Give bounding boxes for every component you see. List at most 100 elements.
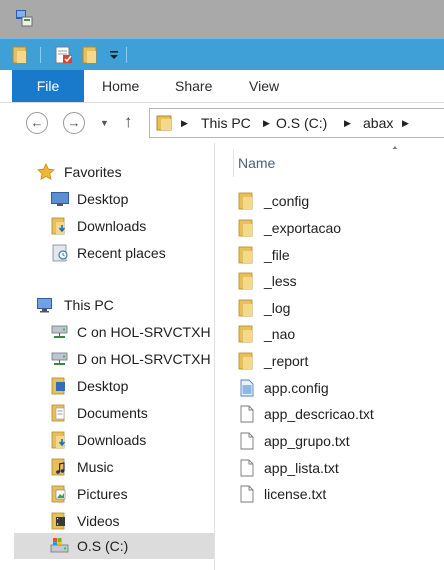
text-file-icon	[238, 459, 256, 477]
nav-d-on-hol-srvctxh[interactable]: D on HOL-SRVCTXH	[14, 347, 214, 371]
file-item-label: _file	[264, 247, 290, 263]
file-item-app-config[interactable]: app.config	[238, 375, 444, 401]
breadcrumb-this-pc[interactable]: This PC	[201, 115, 251, 131]
pictures-icon	[50, 485, 70, 503]
folder-icon	[238, 192, 256, 210]
desktop-folder-icon	[50, 377, 70, 395]
up-button[interactable]: ↑	[124, 111, 133, 133]
file-item-file-folder[interactable]: _file	[238, 242, 444, 268]
network-drive-icon	[50, 323, 70, 341]
navigation-pane: Favorites Desktop Downloads Recent place…	[14, 143, 215, 570]
nav-os-drive[interactable]: O.S (C:)	[14, 533, 214, 559]
back-button[interactable]: ←	[26, 112, 48, 134]
column-divider[interactable]	[233, 149, 234, 177]
customize-toolbar-icon[interactable]	[108, 44, 120, 64]
folder-icon	[238, 325, 256, 343]
quick-access-toolbar	[0, 38, 444, 71]
breadcrumb-separator-icon[interactable]: ▶	[181, 116, 188, 130]
file-item-nao-folder[interactable]: _nao	[238, 321, 444, 347]
forward-arrow-icon: →	[67, 115, 81, 130]
tab-share[interactable]: Share	[175, 70, 212, 102]
breadcrumb-separator-icon[interactable]: ▶	[344, 116, 351, 130]
nav-item-label: Pictures	[77, 486, 128, 502]
nav-favorites-downloads[interactable]: Downloads	[14, 214, 214, 238]
downloads-icon	[50, 431, 70, 449]
nav-this-pc[interactable]: This PC	[14, 293, 214, 317]
file-item-label: app_grupo.txt	[264, 433, 350, 449]
text-file-icon	[238, 485, 256, 503]
nav-item-label: Documents	[77, 405, 148, 421]
folder-icon	[238, 246, 256, 264]
nav-item-label: Music	[77, 459, 114, 475]
nav-item-label: Desktop	[77, 191, 129, 207]
file-item-report-folder[interactable]: _report	[238, 348, 444, 374]
tab-file[interactable]: File	[12, 70, 84, 102]
folder-icon[interactable]	[12, 45, 28, 65]
back-arrow-icon: ←	[30, 115, 44, 130]
nav-desktop[interactable]: Desktop	[14, 374, 214, 398]
file-item-label: app.config	[264, 380, 329, 396]
folder-icon	[238, 272, 256, 290]
file-item-label: _exportacao	[264, 220, 342, 236]
nav-item-label: C on HOL-SRVCTXH	[77, 324, 211, 340]
file-item-label: app_descricao.txt	[264, 406, 374, 422]
breadcrumb-separator-icon[interactable]: ▶	[263, 116, 270, 130]
videos-icon	[50, 512, 70, 530]
text-file-icon	[238, 405, 256, 423]
file-item-label: _nao	[264, 326, 296, 342]
file-item-app-descricao-txt[interactable]: app_descricao.txt	[238, 401, 444, 427]
nav-item-label: Desktop	[77, 378, 129, 394]
nav-downloads[interactable]: Downloads	[14, 428, 214, 452]
nav-music[interactable]: Music	[14, 455, 214, 479]
file-item-label: _report	[264, 353, 309, 369]
nav-favorites-recent-places[interactable]: Recent places	[14, 241, 214, 265]
nav-favorites-desktop[interactable]: Desktop	[14, 187, 214, 211]
file-item-license-txt[interactable]: license.txt	[238, 481, 444, 507]
folder-icon	[238, 299, 256, 317]
forward-button[interactable]: →	[63, 112, 85, 134]
breadcrumb-separator-icon[interactable]: ▶	[402, 116, 409, 130]
folder-icon	[238, 219, 256, 237]
file-item-log-folder[interactable]: _log	[238, 295, 444, 321]
breadcrumb-os-drive[interactable]: O.S (C:)	[276, 115, 327, 131]
tab-view[interactable]: View	[249, 70, 279, 102]
address-bar[interactable]: ▶ This PC ▶ O.S (C:) ▶ abax ▶	[149, 108, 444, 138]
downloads-icon	[50, 217, 70, 235]
new-folder-icon[interactable]	[82, 45, 100, 65]
nav-favorites[interactable]: Favorites	[14, 160, 214, 184]
nav-item-label: Videos	[77, 513, 120, 529]
folder-icon	[238, 352, 256, 370]
file-item-exportacao-folder[interactable]: _exportacao	[238, 215, 444, 241]
tab-home[interactable]: Home	[102, 70, 139, 102]
ribbon-tabs: File Home Share View	[0, 70, 444, 103]
nav-item-label: D on HOL-SRVCTXH	[77, 351, 211, 367]
nav-this-pc-label: This PC	[64, 297, 114, 313]
text-file-icon	[238, 432, 256, 450]
nav-videos[interactable]: Videos	[14, 509, 214, 533]
file-item-label: _config	[264, 193, 310, 209]
file-explorer-app-icon[interactable]	[14, 8, 34, 28]
window-titlebar	[0, 0, 444, 39]
navigation-bar: ← → ▼ ↑ ▶ This PC ▶ O.S (C:) ▶ abax ▶	[0, 103, 444, 143]
properties-icon[interactable]	[54, 45, 74, 65]
nav-c-on-hol-srvctxh[interactable]: C on HOL-SRVCTXH	[14, 320, 214, 344]
nav-documents[interactable]: Documents	[14, 401, 214, 425]
file-item-less-folder[interactable]: _less	[238, 268, 444, 294]
file-item-config-folder[interactable]: _config	[238, 188, 444, 214]
network-drive-icon	[50, 350, 70, 368]
recent-places-icon	[50, 244, 70, 262]
nav-item-label: Downloads	[77, 218, 147, 234]
column-header-name-label: Name	[238, 155, 276, 171]
file-item-app-grupo-txt[interactable]: app_grupo.txt	[238, 428, 444, 454]
documents-icon	[50, 404, 70, 422]
chevron-down-icon: ▼	[100, 118, 109, 128]
breadcrumb-abax[interactable]: abax	[363, 115, 393, 131]
nav-favorites-label: Favorites	[64, 164, 122, 180]
recent-locations-button[interactable]: ▼	[100, 112, 109, 134]
file-item-label: _log	[264, 300, 291, 316]
file-item-app-lista-txt[interactable]: app_lista.txt	[238, 455, 444, 481]
column-header-name[interactable]: Name	[215, 149, 444, 177]
toolbar-separator	[40, 47, 41, 63]
nav-pictures[interactable]: Pictures	[14, 482, 214, 506]
local-disk-icon	[50, 537, 70, 555]
